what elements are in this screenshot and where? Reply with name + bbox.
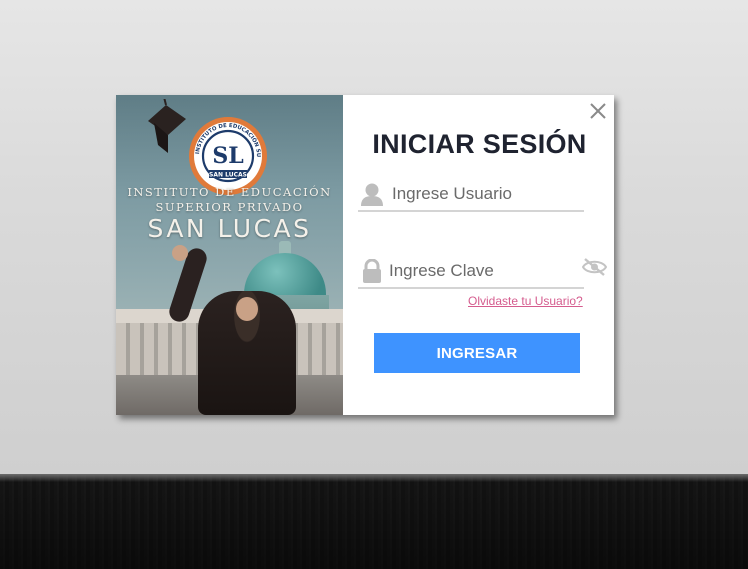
login-title: INICIAR SESIÓN — [372, 129, 587, 159]
password-field — [358, 255, 584, 289]
username-input[interactable] — [392, 181, 578, 207]
background-field — [0, 474, 748, 569]
lock-icon — [363, 259, 381, 283]
password-input[interactable] — [389, 258, 575, 284]
graduation-cap-icon — [148, 99, 186, 153]
user-icon — [361, 183, 383, 206]
close-icon[interactable] — [588, 101, 608, 121]
promo-image: INSTITUTO DE EDUCACIÓN SUPERIOR PRIVADO … — [116, 95, 343, 415]
eye-slash-icon[interactable] — [582, 257, 607, 277]
institute-line-1: INSTITUTO DE EDUCACIÓN — [127, 185, 332, 199]
login-submit-button[interactable]: INGRESAR — [374, 333, 580, 373]
forgot-username-link[interactable]: Olvidaste tu Usuario? — [468, 294, 583, 308]
institute-line-2: SUPERIOR PRIVADO — [155, 200, 304, 214]
institute-name: SAN LUCAS — [147, 214, 312, 243]
username-field — [358, 178, 584, 212]
svg-text:SAN LUCAS: SAN LUCAS — [209, 172, 247, 179]
login-modal: INSTITUTO DE EDUCACIÓN SUPERIOR PRIVADO … — [116, 95, 614, 415]
svg-text:SL: SL — [212, 143, 243, 169]
